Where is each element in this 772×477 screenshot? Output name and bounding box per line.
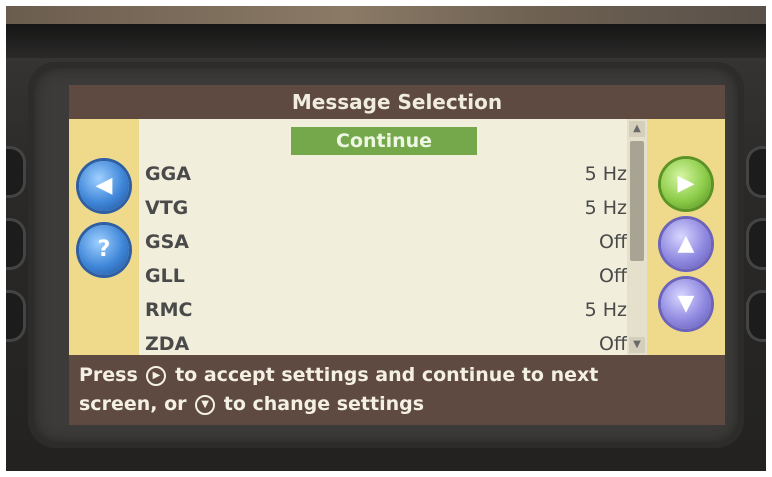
- list-item[interactable]: GLL Off: [139, 261, 627, 295]
- down-button[interactable]: ▼: [661, 279, 711, 329]
- message-rate: 5 Hz: [584, 163, 627, 185]
- left-softkey-panel: ◀ ?: [69, 119, 139, 355]
- list-scrollbar[interactable]: ▲ ▼: [627, 119, 647, 355]
- up-arrow-icon: ▲: [677, 231, 695, 256]
- right-hardware-button-3[interactable]: [746, 290, 766, 342]
- left-hardware-button-3[interactable]: [6, 290, 26, 342]
- help-text-part: to accept settings and continue to next: [175, 364, 599, 386]
- scroll-up-icon[interactable]: ▲: [629, 121, 645, 137]
- message-rate: Off: [598, 231, 627, 253]
- message-rate: 5 Hz: [584, 197, 627, 219]
- message-rate: Off: [598, 333, 627, 355]
- right-softkey-panel: ▶ ▲ ▼: [647, 119, 725, 355]
- scroll-down-icon[interactable]: ▼: [629, 337, 645, 353]
- left-hardware-button-2[interactable]: [6, 218, 26, 270]
- message-rate: Off: [598, 265, 627, 287]
- screen-title: Message Selection: [69, 85, 725, 119]
- list-item[interactable]: GSA Off: [139, 227, 627, 261]
- down-inline-icon: ▼: [195, 394, 216, 415]
- help-button[interactable]: ?: [79, 225, 129, 275]
- up-button[interactable]: ▲: [661, 219, 711, 269]
- right-hardware-button-2[interactable]: [746, 218, 766, 270]
- lcd-screen: Message Selection ◀ ? Continue GGA 5 Hz …: [69, 85, 725, 425]
- message-name: VTG: [145, 197, 189, 219]
- device-photo: Message Selection ◀ ? Continue GGA 5 Hz …: [6, 6, 766, 471]
- message-name: GLL: [145, 265, 185, 287]
- scroll-thumb[interactable]: [630, 141, 644, 261]
- list-item[interactable]: VTG 5 Hz: [139, 193, 627, 227]
- list-item[interactable]: GGA 5 Hz: [139, 159, 627, 193]
- continue-button[interactable]: Continue: [291, 127, 477, 155]
- help-text: Press ▶ to accept settings and continue …: [69, 355, 725, 425]
- forward-button[interactable]: ▶: [661, 159, 711, 209]
- right-hardware-button-1[interactable]: [746, 146, 766, 198]
- help-text-part: Press: [79, 364, 138, 386]
- device-ridge: [6, 24, 766, 58]
- help-text-part: to change settings: [223, 393, 425, 415]
- back-arrow-icon: ◀: [95, 173, 113, 198]
- message-name: RMC: [145, 299, 193, 321]
- device-top-edge: [6, 6, 766, 24]
- message-name: ZDA: [145, 333, 190, 355]
- help-text-part: screen, or: [79, 393, 187, 415]
- down-arrow-icon: ▼: [677, 291, 695, 316]
- list-item[interactable]: RMC 5 Hz: [139, 295, 627, 329]
- help-icon: ?: [97, 237, 111, 262]
- forward-inline-icon: ▶: [146, 365, 167, 386]
- forward-arrow-icon: ▶: [677, 171, 695, 196]
- message-name: GSA: [145, 231, 189, 253]
- message-rate: 5 Hz: [584, 299, 627, 321]
- message-name: GGA: [145, 163, 191, 185]
- back-button[interactable]: ◀: [79, 161, 129, 211]
- left-hardware-button-1[interactable]: [6, 146, 26, 198]
- message-list: Continue GGA 5 Hz VTG 5 Hz GSA Off GLL O…: [139, 119, 647, 355]
